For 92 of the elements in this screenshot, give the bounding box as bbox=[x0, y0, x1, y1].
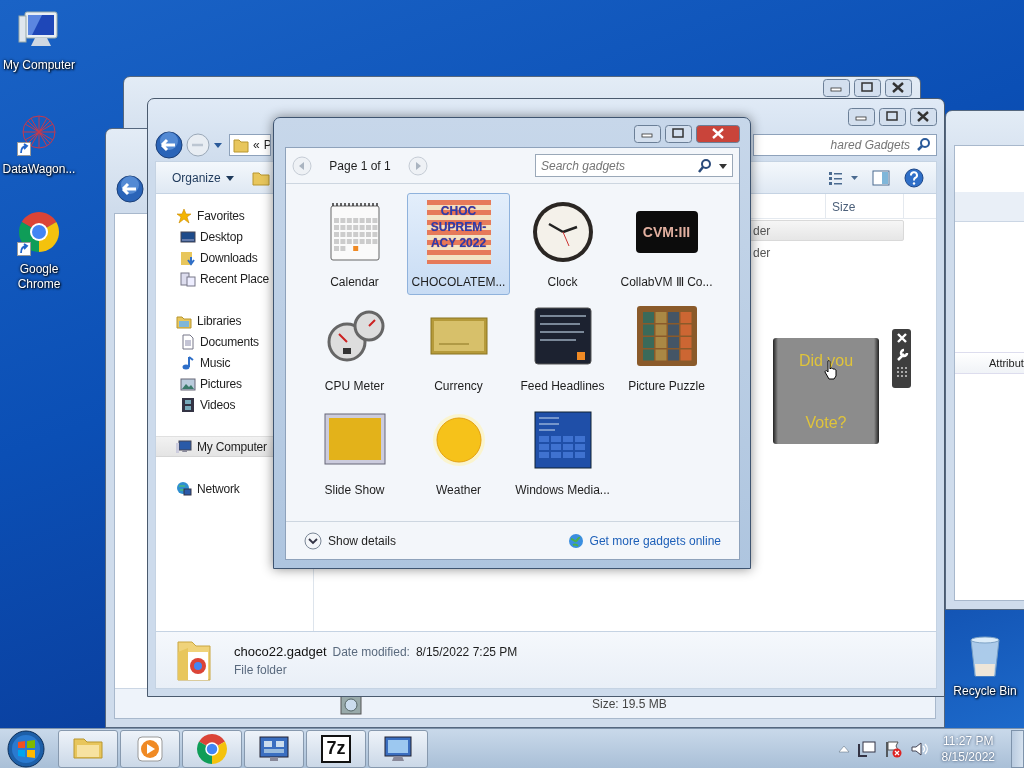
chevron-icon bbox=[304, 531, 322, 550]
close-button[interactable] bbox=[910, 108, 937, 126]
breadcrumb-overflow[interactable]: « bbox=[253, 138, 260, 152]
minimize-button[interactable] bbox=[848, 108, 875, 126]
clock-time: 11:27 PM bbox=[943, 732, 994, 749]
network-icon[interactable] bbox=[857, 739, 876, 758]
chrome-logo-icon bbox=[196, 732, 228, 765]
column-header: Attribut bbox=[989, 357, 1024, 369]
page-indicator: Page 1 of 1 bbox=[329, 158, 391, 173]
column-header[interactable]: Size bbox=[826, 194, 904, 218]
search-icon bbox=[697, 158, 713, 174]
field-label: Date modified: bbox=[332, 644, 410, 659]
gadget-tile[interactable]: CPU Meter bbox=[303, 297, 406, 399]
file-type: File folder bbox=[234, 662, 288, 677]
gadgets-link[interactable]: Get more gadgets online bbox=[567, 532, 721, 549]
back-button[interactable] bbox=[155, 131, 183, 159]
maximize-button[interactable] bbox=[665, 125, 692, 143]
gadget-tile[interactable]: Currency bbox=[407, 297, 510, 399]
toolbar-band bbox=[955, 192, 1024, 222]
caret-icon bbox=[225, 173, 234, 182]
gadget-tile[interactable]: Feed Headlines bbox=[511, 297, 614, 399]
gadget-tile[interactable]: Windows Media... bbox=[511, 401, 614, 503]
nav-item[interactable]: Music bbox=[156, 352, 233, 373]
desktop-icon-label[interactable]: My Computer bbox=[0, 58, 78, 73]
maximize-button[interactable] bbox=[879, 108, 906, 126]
clock-date: 8/15/2022 bbox=[941, 748, 995, 765]
start-button[interactable] bbox=[6, 728, 46, 768]
nav-item[interactable]: Recent Place bbox=[156, 268, 271, 289]
flag-icon[interactable] bbox=[883, 739, 902, 758]
nav-item[interactable]: Desktop bbox=[156, 226, 245, 247]
gadget-tile[interactable]: Weather bbox=[407, 401, 510, 503]
gadget-tile[interactable]: Clock bbox=[511, 193, 614, 295]
network-icon bbox=[176, 480, 192, 497]
minimize-button[interactable] bbox=[823, 79, 850, 97]
minimize-button[interactable] bbox=[634, 125, 661, 143]
shortcut-arrow-icon bbox=[17, 242, 31, 256]
recent-icon bbox=[180, 270, 196, 287]
gadget-tile[interactable]: Slide Show bbox=[303, 401, 406, 503]
desktop-icon-label[interactable]: Recycle Bin bbox=[946, 684, 1024, 699]
nav-item[interactable]: Libraries bbox=[156, 310, 244, 331]
view-list-icon[interactable] bbox=[828, 169, 858, 186]
date-modified: 8/15/2022 7:25 PM bbox=[415, 644, 518, 659]
size-text: Size: 19.5 MB bbox=[592, 696, 667, 711]
shortcut-arrow-icon bbox=[17, 142, 31, 156]
nav-item[interactable]: Pictures bbox=[156, 373, 244, 394]
favorites-icon bbox=[176, 207, 192, 224]
close-icon[interactable] bbox=[895, 332, 908, 344]
search-field[interactable]: hared Gadgets bbox=[753, 134, 937, 156]
nav-item[interactable]: My Computer bbox=[156, 436, 273, 457]
desktop-icon-label[interactable]: Google Chrome bbox=[4, 262, 74, 292]
gadget-text: Did you bbox=[798, 352, 854, 370]
grip-icon[interactable] bbox=[895, 366, 908, 380]
music-icon bbox=[180, 354, 196, 371]
gadget-tile[interactable]: CVM:III CollabVM Ⅲ Co... bbox=[615, 193, 718, 295]
desktop-icon-label[interactable]: DataWagon... bbox=[0, 162, 78, 177]
search-field[interactable]: Search gadgets bbox=[535, 154, 733, 177]
history-caret-icon[interactable] bbox=[213, 140, 223, 150]
volume-icon[interactable] bbox=[909, 739, 928, 758]
pictures-icon bbox=[180, 375, 196, 392]
desktop-icon bbox=[180, 228, 196, 245]
tile-puzzle-icon bbox=[634, 304, 699, 368]
gadget-text: Vote? bbox=[805, 414, 847, 432]
globe-icon bbox=[567, 532, 584, 549]
videos-icon bbox=[180, 396, 196, 413]
close-button[interactable] bbox=[696, 125, 740, 143]
organize-button[interactable]: Organize bbox=[166, 167, 240, 188]
show-details-button[interactable]: Show details bbox=[304, 531, 397, 550]
taskbar-button[interactable]: 7z bbox=[306, 729, 366, 768]
gadget-tile[interactable]: Picture Puzzle bbox=[615, 297, 718, 399]
file-name: choco22.gadget bbox=[234, 643, 327, 659]
taskbar-button[interactable] bbox=[244, 729, 304, 768]
taskbar-button[interactable] bbox=[368, 729, 428, 768]
computer-icon bbox=[176, 438, 192, 455]
photo-placeholder bbox=[328, 418, 381, 460]
back-button[interactable] bbox=[116, 175, 144, 203]
close-button[interactable] bbox=[885, 79, 912, 97]
nav-item[interactable]: Network bbox=[156, 478, 242, 499]
nav-item[interactable]: Documents bbox=[156, 331, 261, 352]
folder-icon bbox=[176, 638, 212, 682]
maximize-button[interactable] bbox=[854, 79, 881, 97]
logo-thumbnail: CVM:III bbox=[635, 211, 698, 253]
documents-icon bbox=[180, 333, 196, 350]
clock-icon bbox=[530, 200, 595, 264]
downloads-icon bbox=[180, 249, 196, 266]
nav-item[interactable]: Favorites bbox=[156, 205, 247, 226]
search-icon bbox=[915, 137, 933, 153]
nav-item[interactable]: Videos bbox=[156, 394, 238, 415]
help-icon[interactable] bbox=[904, 167, 924, 188]
nav-item[interactable]: Downloads bbox=[156, 247, 260, 268]
folder-icon bbox=[233, 137, 249, 153]
taskbar-button[interactable] bbox=[182, 729, 242, 768]
gadget-tile[interactable]: Calendar bbox=[303, 193, 406, 295]
